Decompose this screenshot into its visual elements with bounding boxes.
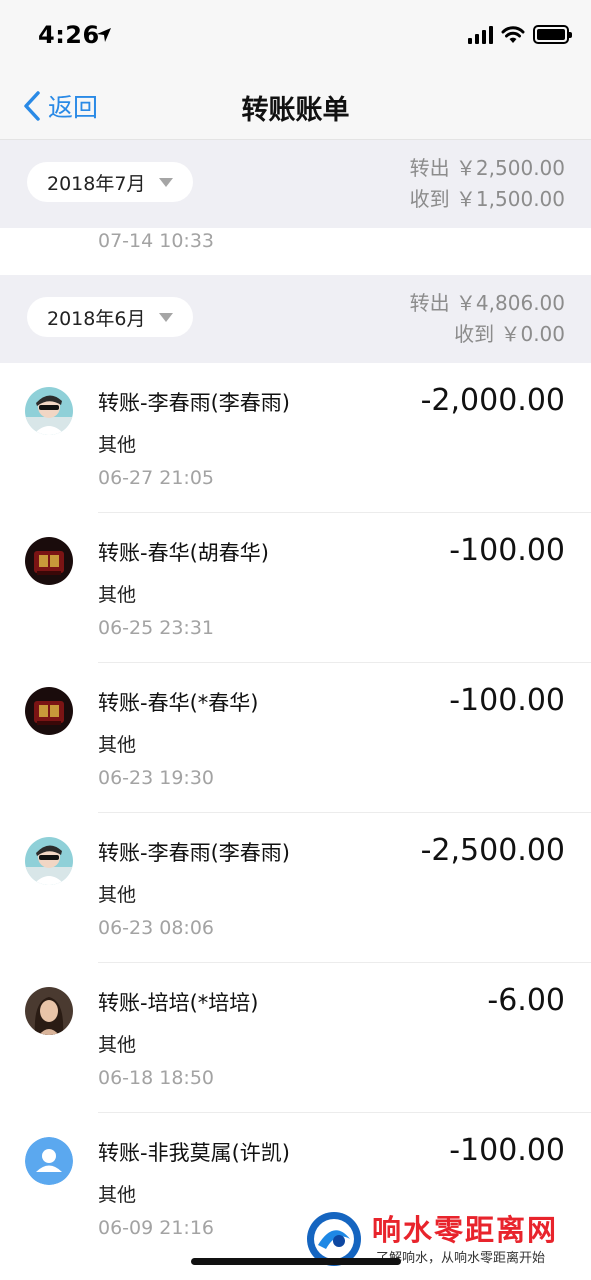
transaction-category: 其他 <box>98 434 137 456</box>
transaction-category: 其他 <box>98 1184 137 1206</box>
month-in-total: 收到 ￥1,500.00 <box>409 187 565 211</box>
transaction-amount: -2,000.00 <box>420 383 565 418</box>
transaction-category: 其他 <box>98 884 137 906</box>
battery-icon <box>533 25 572 44</box>
wifi-icon <box>501 25 525 43</box>
transaction-time: 06-25 23:31 <box>98 617 215 639</box>
status-bar: 4:26 <box>0 0 591 70</box>
month-out-total: 转出 ￥4,806.00 <box>409 291 565 315</box>
nav-bar: 返回 转账账单 <box>0 70 591 140</box>
month-header-july: 2018年7月 转出 ￥2,500.00 收到 ￥1,500.00 <box>0 140 591 228</box>
transaction-title: 转账-李春雨(李春雨) <box>98 841 290 865</box>
transaction-time: 06-23 19:30 <box>98 767 215 789</box>
avatar <box>25 387 73 435</box>
transaction-time: 06-09 21:16 <box>98 1217 215 1239</box>
month-label: 2018年6月 <box>47 307 146 330</box>
month-summary: 转出 ￥2,500.00 收到 ￥1,500.00 <box>410 153 565 215</box>
avatar <box>25 687 73 735</box>
watermark-subtitle: 了解响水，从响水零距离开始 <box>376 1251 546 1266</box>
transaction-title: 转账-非我莫属(许凯) <box>98 1141 290 1165</box>
site-watermark: 响水零距离网 了解响水，从响水零距离开始 <box>300 1205 591 1280</box>
month-summary: 转出 ￥4,806.00 收到 ￥0.00 <box>410 288 565 350</box>
transaction-time: 06-27 21:05 <box>98 467 215 489</box>
transaction-title: 转账-春华(胡春华) <box>98 541 269 565</box>
avatar <box>25 837 73 885</box>
caret-down-icon <box>159 312 174 322</box>
table-row[interactable]: 转账-培培(*培培) 其他 06-18 18:50 -6.00 <box>0 963 591 1113</box>
month-in-total: 收到 ￥0.00 <box>454 322 565 346</box>
transaction-category: 其他 <box>98 734 137 756</box>
transaction-amount: -100.00 <box>449 683 565 718</box>
caret-down-icon <box>159 177 174 187</box>
avatar <box>25 537 73 585</box>
transaction-amount: -2,500.00 <box>420 833 565 868</box>
month-picker[interactable]: 2018年6月 <box>27 297 194 337</box>
table-row[interactable]: 转账-春华(胡春华) 其他 06-25 23:31 -100.00 <box>0 513 591 663</box>
transaction-amount: -6.00 <box>487 983 565 1018</box>
transaction-category: 其他 <box>98 584 137 606</box>
transaction-amount: -100.00 <box>449 1133 565 1168</box>
avatar <box>25 1137 73 1185</box>
table-row[interactable]: 转账-李春雨(李春雨) 其他 06-23 08:06 -2,500.00 <box>0 813 591 963</box>
home-indicator[interactable] <box>191 1258 401 1265</box>
transaction-amount: -100.00 <box>449 533 565 568</box>
location-arrow-icon <box>97 28 111 42</box>
table-row[interactable]: 转账-李春雨(李春雨) 其他 06-27 21:05 -2,000.00 <box>0 363 591 513</box>
avatar <box>25 987 73 1035</box>
month-picker[interactable]: 2018年7月 <box>27 162 194 202</box>
status-indicators <box>468 25 572 44</box>
month-out-total: 转出 ￥2,500.00 <box>409 156 565 180</box>
month-label: 2018年7月 <box>47 172 146 195</box>
transaction-time: 06-18 18:50 <box>98 1067 215 1089</box>
transaction-title: 转账-春华(*春华) <box>98 691 259 715</box>
transaction-category: 其他 <box>98 1034 137 1056</box>
status-time: 4:26 <box>38 21 100 49</box>
signal-icon <box>468 25 493 44</box>
transaction-title: 转账-李春雨(李春雨) <box>98 391 290 415</box>
month-header-june: 2018年6月 转出 ￥4,806.00 收到 ￥0.00 <box>0 275 591 363</box>
partial-row-time: 07-14 10:33 <box>98 230 215 252</box>
transaction-title: 转账-培培(*培培) <box>98 991 259 1015</box>
table-row[interactable]: 转账-春华(*春华) 其他 06-23 19:30 -100.00 <box>0 663 591 813</box>
watermark-title: 响水零距离网 <box>372 1213 559 1247</box>
page-title: 转账账单 <box>241 95 350 126</box>
transaction-time: 06-23 08:06 <box>98 917 215 939</box>
